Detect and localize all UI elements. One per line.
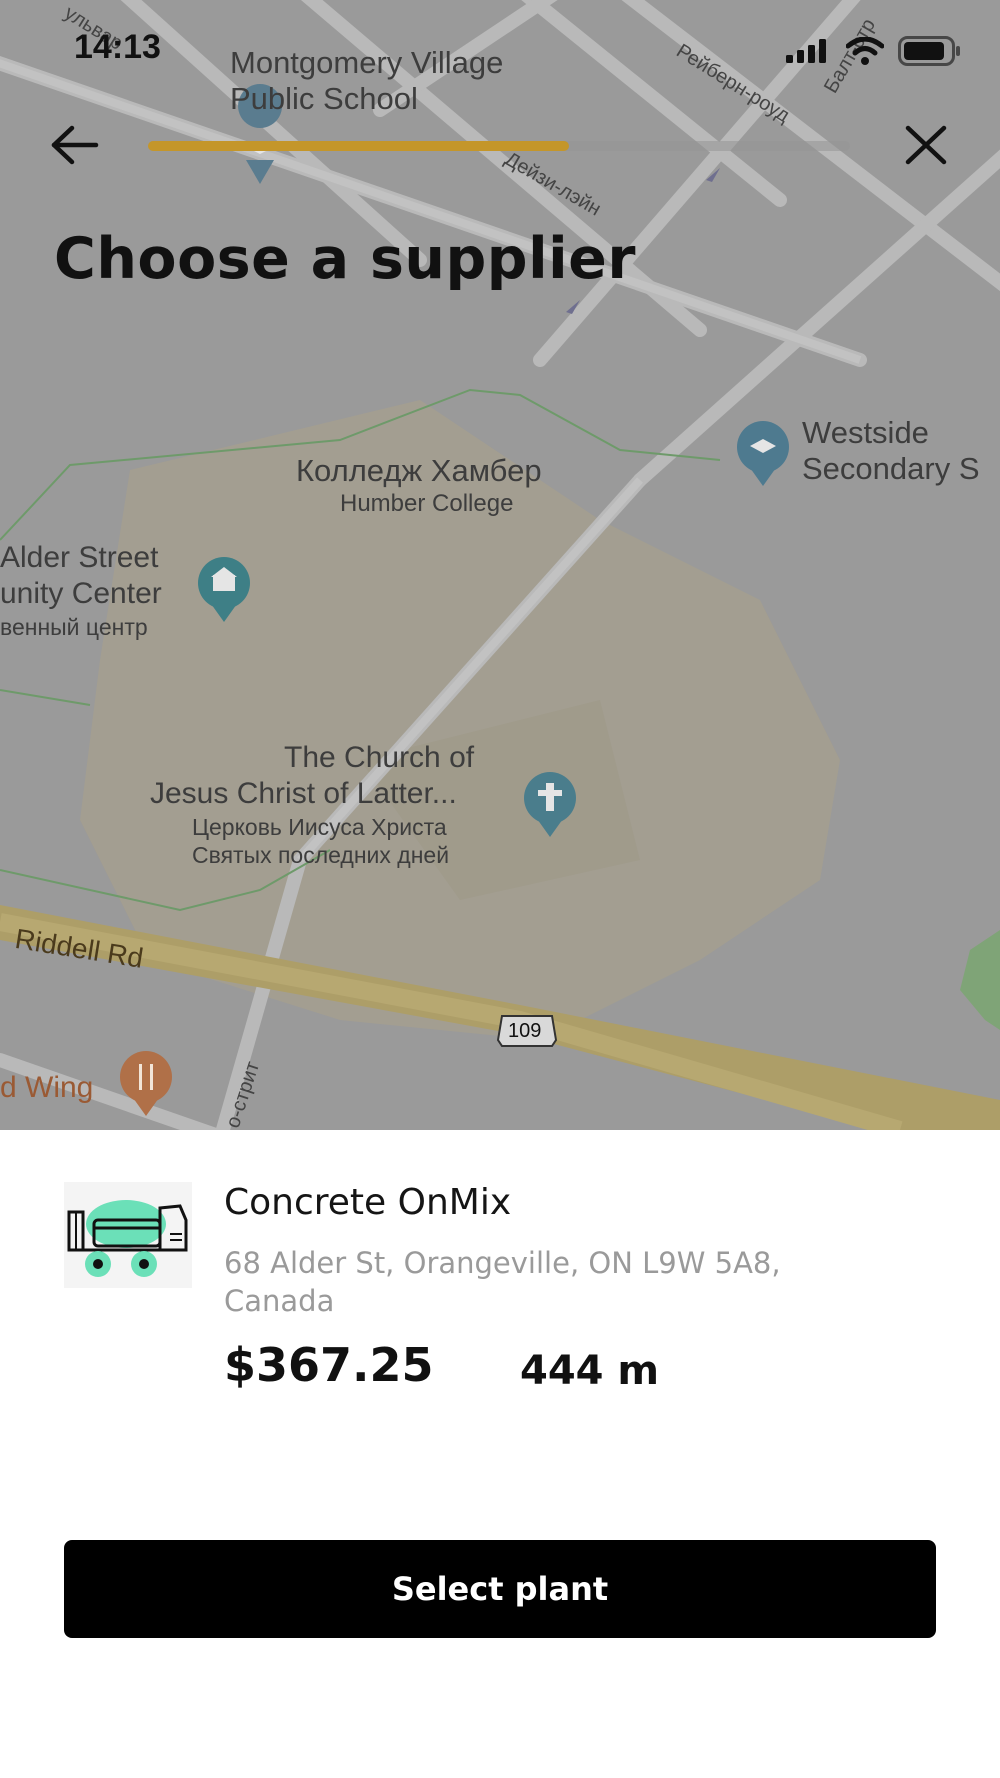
signal-icon [786,39,826,63]
arrow-left-icon [51,125,99,165]
close-icon [905,125,947,165]
page-title: Choose a supplier [54,226,636,292]
map-label-route: 109 [508,1020,542,1042]
map-label-church-1: The Church of [284,741,475,774]
back-button[interactable] [46,120,106,170]
map-label-humber-en: Humber College [340,490,514,517]
map-label-humber-ru: Колледж Хамбер [296,453,542,488]
map-label-wing: d Wing [0,1071,94,1104]
concrete-mixer-truck-icon [67,1200,188,1277]
battery-icon [898,36,960,66]
select-plant-button[interactable]: Select plant [64,1540,936,1638]
map-label-church-4: Святых последних дней [192,842,450,868]
status-icons [786,36,962,66]
close-button[interactable] [898,120,954,170]
supplier-sheet: Concrete OnMix 68 Alder St, Orangeville,… [0,1130,1000,1778]
wifi-icon [846,37,884,65]
supplier-distance: 444 m [520,1348,660,1394]
progress-bar-fill [148,141,570,151]
map-label-alder-2: unity Center [0,577,162,610]
supplier-address: 68 Alder St, Orangeville, ON L9W 5A8, Ca… [224,1246,781,1318]
supplier-card[interactable]: Concrete OnMix 68 Alder St, Orangeville,… [0,1130,1000,1430]
map-label-church-2: Jesus Christ of Latter... [150,777,457,810]
supplier-price: $367.25 [224,1338,434,1392]
progress-bar [148,141,850,151]
map-label-church-3: Церковь Иисуса Христа [192,814,447,840]
status-bar: 14:13 [0,0,1000,100]
map-label-westside-2: Secondary S [802,451,980,486]
map-label-westside: Westside [802,415,929,450]
map-label-alder-3: венный центр [0,614,148,640]
map-label-alder-1: Alder Street [0,541,159,574]
status-time: 14:13 [74,28,161,66]
top-nav [0,100,1000,190]
supplier-thumbnail [64,1182,192,1288]
supplier-name: Concrete OnMix [224,1182,512,1223]
